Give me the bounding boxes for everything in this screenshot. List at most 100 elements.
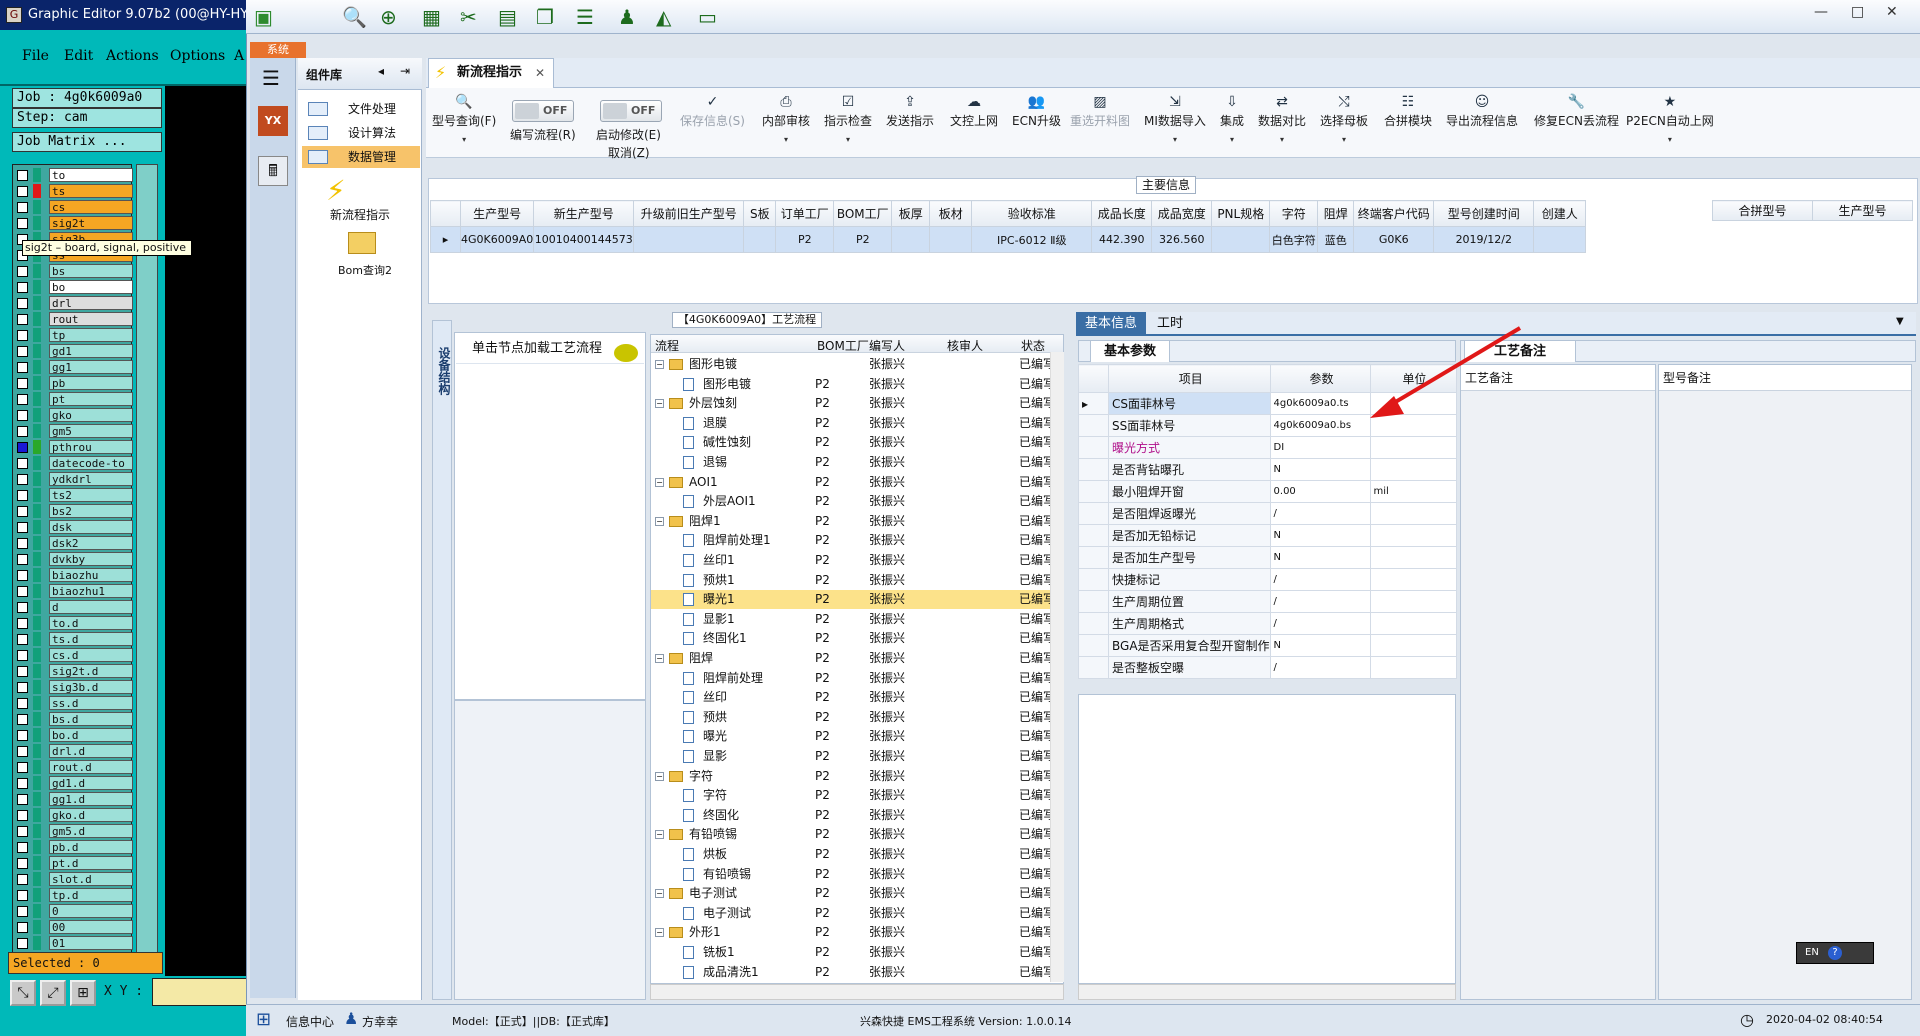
layer-checkbox[interactable] xyxy=(17,874,28,885)
layer-checkbox[interactable] xyxy=(17,714,28,725)
layer-name[interactable]: pb.d xyxy=(49,840,133,854)
tree-row[interactable]: 终固化1 P2 张振兴 已编写 xyxy=(651,629,1063,648)
col-header[interactable]: 订单工厂 xyxy=(775,200,835,227)
col-header[interactable]: 新生产型号 xyxy=(533,200,635,227)
layer-checkbox[interactable] xyxy=(17,826,28,837)
cancel-label[interactable]: 取消(Z) xyxy=(608,144,650,161)
menu-options[interactable]: Options xyxy=(170,48,225,64)
tree-row[interactable]: 图形电镀 P2 张振兴 已编写 xyxy=(651,375,1063,394)
integration-button[interactable]: ⇩ 集成 ▾ xyxy=(1220,94,1244,144)
layer-row[interactable]: 0 xyxy=(13,903,133,919)
layer-row[interactable]: dvkby xyxy=(13,551,133,567)
search-icon[interactable]: 🔍 xyxy=(342,5,367,29)
params-hscroll[interactable] xyxy=(1078,984,1456,1000)
layer-row[interactable]: cs xyxy=(13,199,133,215)
list-icon[interactable]: ☰ xyxy=(576,5,594,29)
layer-name[interactable]: gg1 xyxy=(49,360,133,374)
table-cell[interactable] xyxy=(891,226,931,253)
tree-row[interactable]: 退膜 P2 张振兴 已编写 xyxy=(651,414,1063,433)
layer-checkbox[interactable] xyxy=(17,218,28,229)
layer-checkbox[interactable] xyxy=(17,746,28,757)
layer-row[interactable]: gg1.d xyxy=(13,791,133,807)
table-cell[interactable] xyxy=(743,226,777,253)
component-data-management[interactable]: 数据管理 xyxy=(302,146,420,168)
col-header[interactable]: 创建人 xyxy=(1533,200,1587,227)
col-header[interactable]: S板 xyxy=(743,200,777,227)
layer-row[interactable]: bo xyxy=(13,279,133,295)
layer-checkbox[interactable] xyxy=(17,762,28,773)
table-cell[interactable]: P2 xyxy=(833,226,893,253)
layer-name[interactable]: dvkby xyxy=(49,552,133,566)
param-row[interactable]: 最小阻焊开窗 0.00 mil xyxy=(1078,480,1457,503)
param-value[interactable]: N xyxy=(1269,524,1371,547)
process-tree-vscroll[interactable] xyxy=(1050,352,1064,982)
yx-factory-icon[interactable]: YX xyxy=(258,106,288,136)
layer-name[interactable]: to.d xyxy=(49,616,133,630)
hamburger-menu-icon[interactable]: ☰ xyxy=(262,66,280,90)
layer-checkbox[interactable] xyxy=(17,570,28,581)
layer-row[interactable]: tp.d xyxy=(13,887,133,903)
layer-checkbox[interactable] xyxy=(17,650,28,661)
layer-name[interactable]: sig2t xyxy=(49,216,133,230)
col-header[interactable]: 核审人 xyxy=(947,337,983,354)
layer-row[interactable]: ts xyxy=(13,183,133,199)
layer-checkbox[interactable] xyxy=(17,586,28,597)
layer-checkbox[interactable] xyxy=(17,490,28,501)
layer-row[interactable]: cs.d xyxy=(13,647,133,663)
tree-row[interactable]: 铣板1 P2 张振兴 已编写 xyxy=(651,943,1063,962)
chevron-down-icon[interactable]: ▼ xyxy=(1896,316,1904,327)
tree-row[interactable]: 预烘 P2 张振兴 已编写 xyxy=(651,708,1063,727)
layer-name[interactable]: ts.d xyxy=(49,632,133,646)
tree-row[interactable]: 退锡 P2 张振兴 已编写 xyxy=(651,453,1063,472)
tree-row[interactable]: − 阻焊1 P2 张振兴 已编写 xyxy=(651,512,1063,531)
layer-row[interactable]: pthrou xyxy=(13,439,133,455)
select-mother-board-button[interactable]: ⤭ 选择母板 ▾ xyxy=(1320,94,1368,144)
layer-row[interactable]: 00 xyxy=(13,919,133,935)
model-query-button[interactable]: 🔍 型号查询(F) ▾ xyxy=(432,94,496,144)
col-header[interactable]: 板厚 xyxy=(891,200,931,227)
layer-row[interactable]: sig2t.d xyxy=(13,663,133,679)
layer-row[interactable]: pb xyxy=(13,375,133,391)
layer-name[interactable]: pb xyxy=(49,376,133,390)
doc-control-online-button[interactable]: ☁ 文控上网 xyxy=(950,94,998,129)
layer-checkbox[interactable] xyxy=(17,186,28,197)
layer-name[interactable]: biaozhu xyxy=(49,568,133,582)
table-cell[interactable] xyxy=(929,226,973,253)
param-value[interactable]: N xyxy=(1269,634,1371,657)
copy-icon[interactable]: ❐ xyxy=(536,5,554,29)
layer-row[interactable]: dsk2 xyxy=(13,535,133,551)
layer-checkbox[interactable] xyxy=(17,442,28,453)
tree-row[interactable]: 终固化 P2 张振兴 已编写 xyxy=(651,806,1063,825)
layer-row[interactable]: bs2 xyxy=(13,503,133,519)
layer-name[interactable]: drl.d xyxy=(49,744,133,758)
layer-row[interactable]: ydkdrl xyxy=(13,471,133,487)
tree-row[interactable]: − 有铅喷锡 P2 张振兴 已编写 xyxy=(651,825,1063,844)
component-file-processing[interactable]: 文件处理 xyxy=(302,98,420,120)
layer-row[interactable]: sig3b.d xyxy=(13,679,133,695)
write-process-toggle[interactable]: OFF xyxy=(512,100,574,122)
col-header[interactable]: 验收标准 xyxy=(971,200,1093,227)
col-header[interactable]: 生产型号 xyxy=(1812,200,1913,221)
layer-row[interactable]: gm5 xyxy=(13,423,133,439)
layer-checkbox[interactable] xyxy=(17,202,28,213)
layer-name[interactable]: gko.d xyxy=(49,808,133,822)
layer-row[interactable]: drl xyxy=(13,295,133,311)
layer-row[interactable]: tp xyxy=(13,327,133,343)
layer-checkbox[interactable] xyxy=(17,938,28,949)
system-tab[interactable]: 系统 xyxy=(250,42,306,58)
layer-name[interactable]: slot.d xyxy=(49,872,133,886)
repair-ecn-button[interactable]: 🔧 修复ECN丢流程 xyxy=(1534,94,1619,129)
col-header[interactable]: 生产型号 xyxy=(459,200,535,227)
col-header[interactable]: 板材 xyxy=(929,200,973,227)
close-tab-icon[interactable]: ✕ xyxy=(535,59,545,87)
layer-name[interactable]: pt xyxy=(49,392,133,406)
layer-row[interactable]: gg1 xyxy=(13,359,133,375)
collapse-toggle-icon[interactable]: − xyxy=(655,928,664,938)
layer-checkbox[interactable] xyxy=(17,362,28,373)
tree-row[interactable]: − AOI1 P2 张振兴 已编写 xyxy=(651,473,1063,492)
col-header[interactable]: 参数 xyxy=(1269,364,1371,393)
layer-checkbox[interactable] xyxy=(17,890,28,901)
user-icon[interactable]: ♟ xyxy=(618,5,636,29)
equipment-structure-strip[interactable]: 设备结构 xyxy=(432,320,452,1000)
component-design-algorithm[interactable]: 设计算法 xyxy=(302,122,420,144)
